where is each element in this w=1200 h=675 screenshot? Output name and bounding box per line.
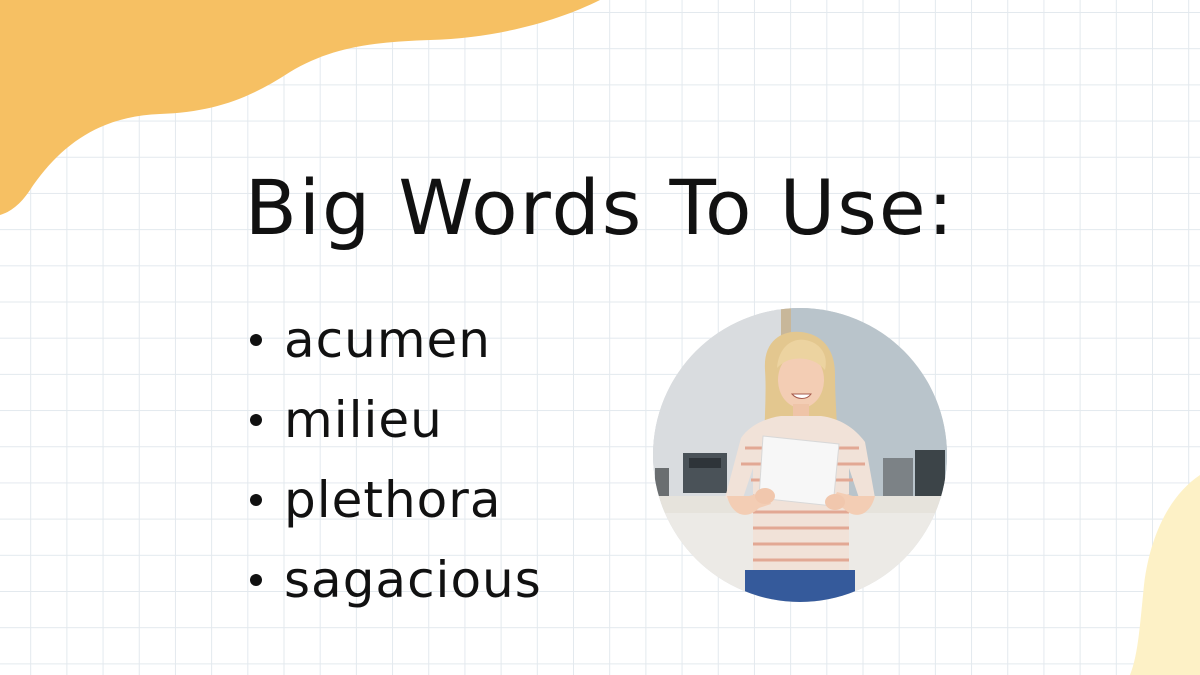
list-item: sagacious	[250, 540, 542, 620]
bullet-icon	[250, 414, 262, 426]
word-label: acumen	[284, 311, 491, 369]
word-label: milieu	[284, 391, 443, 449]
person-reading-paper-photo	[653, 308, 947, 602]
bullet-icon	[250, 494, 262, 506]
decorative-blob-bottom-right	[1130, 475, 1200, 675]
bullet-icon	[250, 574, 262, 586]
word-label: sagacious	[284, 551, 542, 609]
slide-title: Big Words To Use:	[244, 163, 956, 252]
list-item: acumen	[250, 300, 542, 380]
list-item: milieu	[250, 380, 542, 460]
list-item: plethora	[250, 460, 542, 540]
word-list: acumen milieu plethora sagacious	[250, 300, 542, 620]
word-label: plethora	[284, 471, 502, 529]
bullet-icon	[250, 334, 262, 346]
